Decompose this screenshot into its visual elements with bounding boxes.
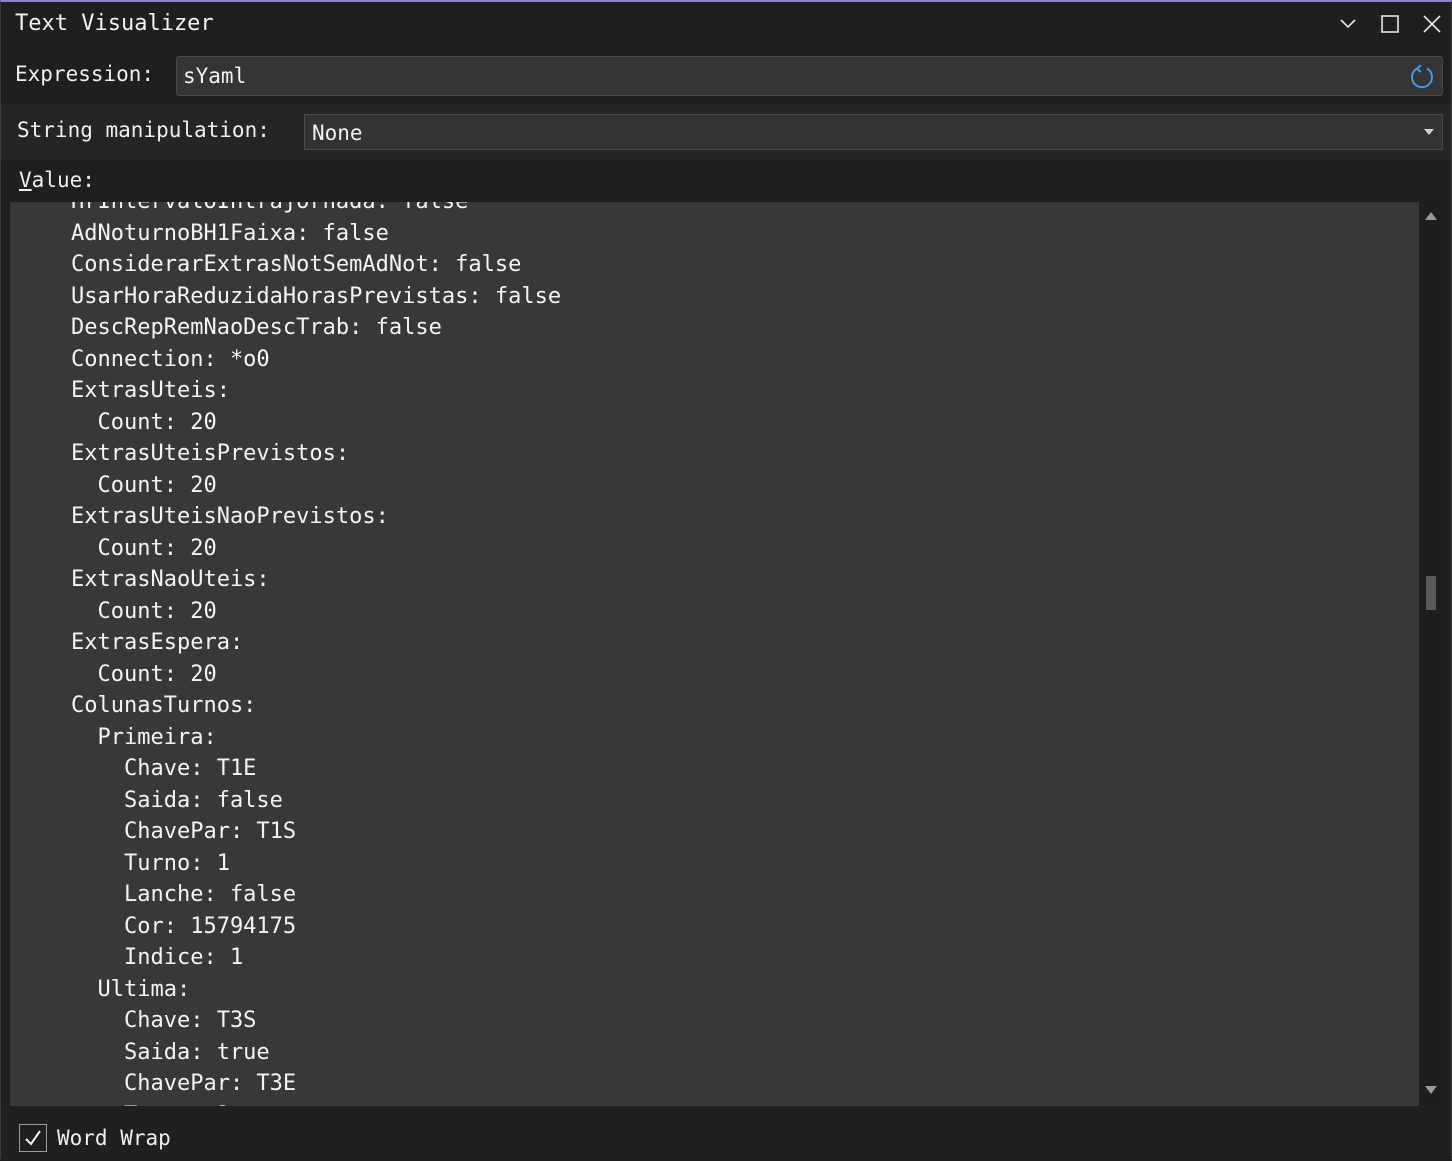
value-text-line: Turno: 1 (71, 850, 230, 876)
value-text-line: Connection: *o0 (71, 346, 270, 372)
value-label-text: alue: (31, 168, 95, 192)
value-text-content: HrIntervaloIntrajornada: false AdNoturnoB… (71, 202, 1411, 1106)
value-text-line: Count: 20 (71, 661, 217, 687)
title-bar: Text Visualizer (1, 2, 1451, 46)
value-text-line: Count: 20 (71, 598, 217, 624)
value-text-line: ExtrasUteisNaoPrevistos: (71, 504, 389, 529)
value-text-line: ExtrasEspera: (71, 630, 244, 655)
value-text-line: Saida: false (71, 787, 283, 813)
value-text-line: ChavePar: T3E (71, 1071, 297, 1096)
maximize-button[interactable] (1372, 8, 1408, 40)
vertical-scrollbar[interactable] (1419, 202, 1443, 1106)
value-text-line: Chave: T1E (71, 756, 257, 781)
value-text-line: Count: 20 (71, 472, 217, 498)
value-label: Value: (19, 168, 95, 192)
string-manipulation-label: String manipulation: (17, 118, 270, 142)
value-text-line: HrIntervaloIntrajornada: false (71, 202, 1411, 218)
value-label-accelerator: V (19, 168, 32, 192)
window-title: Text Visualizer (15, 11, 214, 36)
close-button[interactable] (1414, 8, 1450, 40)
value-text-line: Cor: 15794175 (71, 913, 297, 939)
scroll-down-arrow-icon[interactable] (1425, 1086, 1437, 1094)
value-text-line: Primeira: (71, 724, 217, 750)
value-text-line: Count: 20 (71, 409, 217, 435)
value-text-line: ConsiderarExtrasNotSemAdNot: false (71, 252, 522, 277)
value-text-line: ChavePar: T1S (71, 819, 297, 844)
value-text-line: Chave: T3S (71, 1008, 257, 1033)
value-text-line: ExtrasNaoUteis: (71, 567, 270, 592)
string-manipulation-value: None (312, 121, 363, 145)
string-manipulation-select[interactable]: None (304, 114, 1443, 150)
dropdown-caret-icon (1424, 129, 1434, 135)
close-icon (1423, 15, 1441, 33)
checkmark-icon (25, 1130, 41, 1146)
value-text-line: Saida: true (71, 1039, 270, 1065)
expression-label: Expression: (15, 62, 155, 86)
value-text-line: DescRepRemNaoDescTrab: false (71, 315, 442, 340)
value-text-line: Ultima: (71, 976, 191, 1002)
expression-field (176, 56, 1443, 96)
text-visualizer-window: Text Visualizer Expression: String manip… (0, 0, 1452, 1161)
maximize-icon (1381, 15, 1399, 33)
value-text-line: ExtrasUteisPrevistos: (71, 441, 350, 466)
value-text-line: AdNoturnoBH1Faixa: false (71, 220, 389, 246)
value-text-line: Lanche: false (71, 882, 297, 907)
scroll-up-arrow-icon[interactable] (1425, 212, 1437, 220)
value-text-line: Count: 20 (71, 535, 217, 561)
value-text-area[interactable]: HrIntervaloIntrajornada: false AdNoturnoB… (10, 202, 1443, 1106)
refresh-icon[interactable] (1406, 61, 1438, 93)
value-text-line: ExtrasUteis: (71, 378, 230, 403)
value-text-line: Indice: 1 (71, 945, 244, 970)
bottom-bar (1, 1106, 1451, 1161)
value-text-line: ColunasTurnos: (71, 693, 257, 718)
expression-input[interactable] (183, 61, 1393, 91)
scroll-thumb[interactable] (1426, 576, 1436, 610)
word-wrap-checkbox[interactable] (19, 1124, 47, 1152)
value-text-line: UsarHoraReduzidaHorasPrevistas: false (71, 283, 562, 309)
chevron-down-icon[interactable] (1330, 8, 1366, 40)
word-wrap-label[interactable]: Word Wrap (57, 1126, 171, 1150)
